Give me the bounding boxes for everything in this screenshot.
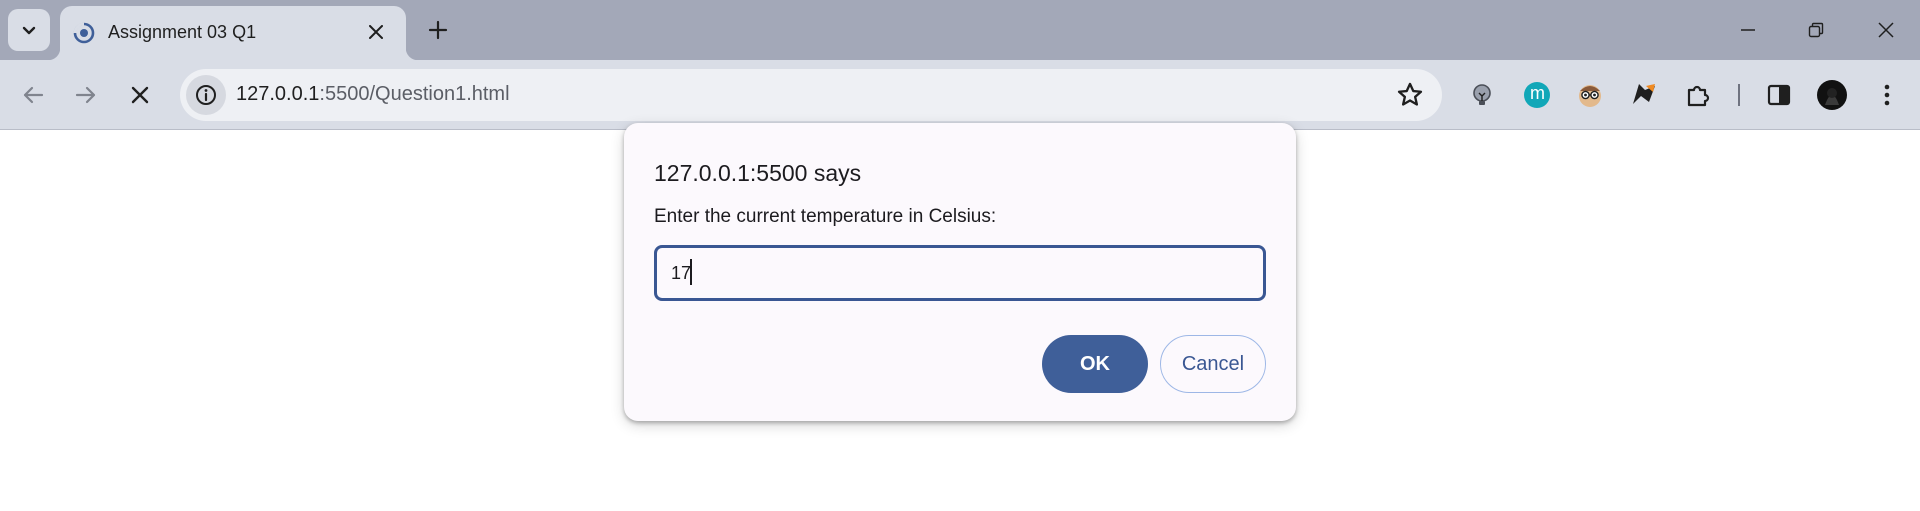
prompt-dialog: 127.0.0.1:5500 says Enter the current te… (624, 123, 1296, 421)
profile-avatar-button[interactable] (1815, 78, 1849, 112)
text-caret (690, 259, 692, 285)
stop-loading-button[interactable] (122, 77, 158, 113)
cancel-button[interactable]: Cancel (1160, 335, 1266, 393)
arrow-left-icon (23, 86, 44, 104)
toolbar-divider (1738, 84, 1740, 106)
prompt-input[interactable] (654, 245, 1266, 301)
feather-extension-icon[interactable] (1627, 78, 1661, 112)
address-bar[interactable]: 127.0.0.1:5500/Question1.html (180, 69, 1442, 121)
info-icon (196, 85, 216, 105)
site-info-button[interactable] (186, 75, 226, 115)
minimize-icon (1741, 29, 1755, 31)
m-extension-label: m (1530, 83, 1545, 103)
back-button[interactable] (15, 77, 51, 113)
puzzle-icon (1687, 85, 1710, 107)
restore-icon (1808, 22, 1824, 38)
browser-toolbar: 127.0.0.1:5500/Question1.html m (0, 60, 1920, 130)
url-host: 127.0.0.1 (236, 83, 320, 105)
m-extension-icon[interactable]: m (1520, 78, 1554, 112)
minimize-button[interactable] (1732, 14, 1764, 46)
side-panel-button[interactable] (1762, 78, 1796, 112)
plus-icon (428, 20, 448, 40)
close-icon (131, 86, 149, 104)
glasses-face-icon (1579, 85, 1601, 107)
url-text[interactable]: 127.0.0.1:5500/Question1.html (236, 83, 510, 106)
close-icon (1878, 22, 1894, 38)
tab-close-button[interactable] (364, 20, 388, 44)
loading-favicon-icon (73, 22, 95, 44)
forward-button[interactable] (68, 77, 104, 113)
dialog-title: 127.0.0.1:5500 says (654, 160, 862, 186)
close-icon (369, 25, 383, 39)
tab-title: Assignment 03 Q1 (108, 22, 257, 42)
tab-strip: Assignment 03 Q1 (0, 0, 1920, 60)
extensions-menu-button[interactable] (1681, 78, 1715, 112)
side-panel-icon (1767, 84, 1791, 106)
more-vertical-icon (1884, 84, 1890, 106)
restore-button[interactable] (1800, 14, 1832, 46)
close-window-button[interactable] (1870, 14, 1902, 46)
avatar-icon (1817, 80, 1847, 110)
chevron-down-icon (22, 26, 36, 35)
tab-search-button[interactable] (8, 9, 50, 51)
dialog-message: Enter the current temperature in Celsius… (654, 206, 997, 227)
active-tab[interactable]: Assignment 03 Q1 (48, 6, 418, 60)
feather-icon (1633, 84, 1655, 104)
more-menu-button[interactable] (1870, 78, 1904, 112)
new-tab-button[interactable] (424, 16, 452, 44)
lightbulb-icon (1473, 84, 1491, 105)
lightbulb-extension-icon[interactable] (1465, 78, 1499, 112)
glasses-face-extension-icon[interactable] (1573, 78, 1607, 112)
bookmark-star-icon[interactable] (1396, 81, 1424, 109)
arrow-right-icon (75, 86, 96, 104)
url-path: :5500/Question1.html (319, 83, 510, 105)
ok-button[interactable]: OK (1042, 335, 1148, 393)
